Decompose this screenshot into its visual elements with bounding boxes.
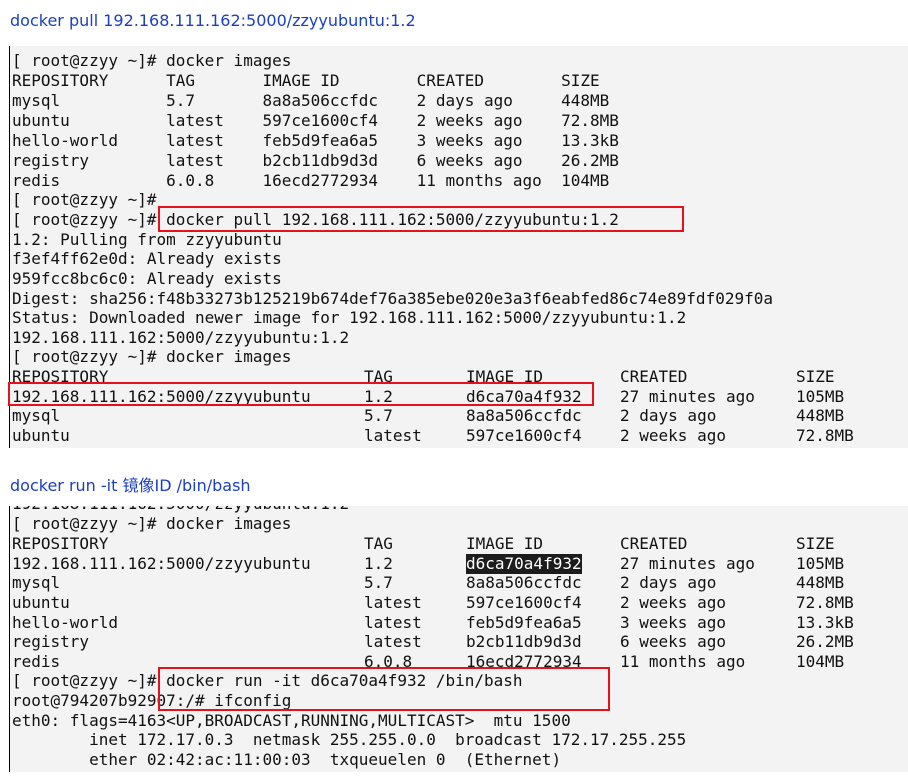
cell-created: 2 days ago bbox=[620, 406, 717, 425]
terminal-line: [ root@zzyy ~]# docker images bbox=[12, 51, 292, 70]
terminal-line: [ root@zzyy ~]# docker images bbox=[12, 514, 292, 533]
cell-repository: redis bbox=[12, 652, 61, 671]
cell-size: 72.8MB bbox=[796, 426, 854, 445]
terminal-line: root@794207b92907:/# ifconfig bbox=[12, 691, 292, 710]
terminal-line: ether 02:42:ac:11:00:03 txqueuelen 0 (Et… bbox=[12, 750, 562, 769]
col-image-id: IMAGE ID bbox=[466, 534, 544, 553]
cell-repository: 192.168.111.162:5000/zzyyubuntu bbox=[12, 554, 311, 573]
terminal-line: [ root@zzyy ~]# docker pull 192.168.111.… bbox=[12, 210, 619, 229]
col-size: SIZE bbox=[796, 367, 835, 386]
table-row: mysql 5.7 8a8a506ccfdc 2 days ago 448MB bbox=[12, 406, 902, 426]
cell-tag: latest bbox=[364, 426, 422, 445]
col-repository: REPOSITORY bbox=[12, 534, 109, 553]
terminal-line: Status: Downloaded newer image for 192.1… bbox=[12, 308, 687, 327]
cell-created: 11 months ago bbox=[620, 652, 746, 671]
terminal-line: 1.2: Pulling from zzyyubuntu bbox=[12, 230, 282, 249]
cell-repository: registry bbox=[12, 632, 90, 651]
terminal-left-border bbox=[9, 506, 10, 772]
table-header-row: REPOSITORY TAG IMAGE ID CREATED SIZE bbox=[12, 534, 902, 554]
cell-image-id: d6ca70a4f932 bbox=[466, 387, 582, 406]
table-row: hello-world latest feb5d9fea6a5 3 weeks … bbox=[12, 613, 902, 633]
terminal-screenshot-pull: [ root@zzyy ~]# docker images REPOSITORY… bbox=[0, 46, 908, 448]
cell-created: 2 weeks ago bbox=[620, 593, 726, 612]
cell-repository: mysql bbox=[12, 406, 61, 425]
table-row: mysql 5.7 8a8a506ccfdc 2 days ago 448MB bbox=[12, 573, 902, 593]
cell-tag: 6.0.8 bbox=[364, 652, 413, 671]
cell-tag: latest bbox=[364, 632, 422, 651]
cell-image-id: 8a8a506ccfdc bbox=[466, 406, 582, 425]
table-row: redis 6.0.8 16ecd2772934 11 months ago 1… bbox=[12, 652, 902, 672]
terminal-line: [ root@zzyy ~]# docker images bbox=[12, 347, 292, 366]
table-row: 192.168.111.162:5000/zzyyubuntu 1.2 d6ca… bbox=[12, 554, 902, 574]
terminal-line: Digest: sha256:f48b33273b125219b674def76… bbox=[12, 289, 773, 308]
terminal-line: inet 172.17.0.3 netmask 255.255.0.0 broa… bbox=[12, 730, 687, 749]
cell-tag: 5.7 bbox=[364, 573, 393, 592]
terminal-line: 959fcc8bc6c0: Already exists bbox=[12, 269, 282, 288]
cell-created: 27 minutes ago bbox=[620, 554, 755, 573]
cell-size: 26.2MB bbox=[796, 632, 854, 651]
cell-image-id: feb5d9fea6a5 bbox=[466, 613, 582, 632]
cell-tag: 1.2 bbox=[364, 554, 393, 573]
cell-tag: 5.7 bbox=[364, 406, 393, 425]
cell-repository: mysql bbox=[12, 573, 61, 592]
terminal-line: ubuntu latest 597ce1600cf4 2 weeks ago 7… bbox=[12, 111, 619, 130]
terminal-line: redis 6.0.8 16ecd2772934 11 months ago 1… bbox=[12, 171, 610, 190]
caption-run-command: docker run -it 镜像ID /bin/bash bbox=[10, 476, 251, 495]
cell-size: 105MB bbox=[796, 387, 845, 406]
col-repository: REPOSITORY bbox=[12, 367, 109, 386]
cell-size: 13.3kB bbox=[796, 613, 854, 632]
table-row: 192.168.111.162:5000/zzyyubuntu 1.2 d6ca… bbox=[12, 387, 902, 407]
terminal-line-clipped: 192.168.111.162:5000/zzyyubuntu:1.2 bbox=[12, 506, 349, 514]
cell-created: 2 days ago bbox=[620, 573, 717, 592]
cell-image-id: 8a8a506ccfdc bbox=[466, 573, 582, 592]
col-size: SIZE bbox=[796, 534, 835, 553]
table-header-row: REPOSITORY TAG IMAGE ID CREATED SIZE bbox=[12, 367, 902, 387]
terminal-screenshot-run: 192.168.111.162:5000/zzyyubuntu:1.2 [ ro… bbox=[0, 506, 908, 772]
caption-pull-command: docker pull 192.168.111.162:5000/zzyyubu… bbox=[10, 11, 416, 30]
terminal-line: hello-world latest feb5d9fea6a5 3 weeks … bbox=[12, 131, 619, 150]
terminal-line: 192.168.111.162:5000/zzyyubuntu:1.2 bbox=[12, 328, 350, 347]
cell-created: 2 weeks ago bbox=[620, 426, 726, 445]
cell-size: 72.8MB bbox=[796, 593, 854, 612]
cell-size: 105MB bbox=[796, 554, 845, 573]
col-created: CREATED bbox=[620, 534, 688, 553]
cell-created: 27 minutes ago bbox=[620, 387, 755, 406]
cell-tag: latest bbox=[364, 593, 422, 612]
col-tag: TAG bbox=[364, 534, 393, 553]
cell-created: 6 weeks ago bbox=[620, 632, 726, 651]
cell-image-id: 16ecd2772934 bbox=[466, 652, 582, 671]
terminal-line: [ root@zzyy ~]# bbox=[12, 190, 157, 209]
table-row: ubuntu latest 597ce1600cf4 2 weeks ago 7… bbox=[12, 426, 902, 446]
cell-repository: ubuntu bbox=[12, 426, 70, 445]
cell-size: 104MB bbox=[796, 652, 845, 671]
cell-size: 448MB bbox=[796, 573, 845, 592]
terminal-left-border bbox=[9, 46, 10, 448]
table-row: ubuntu latest 597ce1600cf4 2 weeks ago 7… bbox=[12, 593, 902, 613]
cell-image-id-selected[interactable]: d6ca70a4f932 bbox=[466, 554, 582, 574]
cell-size: 448MB bbox=[796, 406, 845, 425]
cell-repository: ubuntu bbox=[12, 593, 70, 612]
col-created: CREATED bbox=[620, 367, 688, 386]
cell-created: 3 weeks ago bbox=[620, 613, 726, 632]
terminal-line: f3ef4ff62e0d: Already exists bbox=[12, 249, 282, 268]
col-tag: TAG bbox=[364, 367, 393, 386]
terminal-line: mysql 5.7 8a8a506ccfdc 2 days ago 448MB bbox=[12, 91, 610, 110]
cell-image-id: 597ce1600cf4 bbox=[466, 426, 582, 445]
terminal-line: REPOSITORY TAG IMAGE ID CREATED SIZE bbox=[12, 71, 600, 90]
terminal-line: registry latest b2cb11db9d3d 6 weeks ago… bbox=[12, 151, 619, 170]
terminal-line: eth0: flags=4163<UP,BROADCAST,RUNNING,MU… bbox=[12, 711, 571, 730]
terminal-line: [ root@zzyy ~]# docker run -it d6ca70a4f… bbox=[12, 671, 523, 690]
cell-repository: hello-world bbox=[12, 613, 118, 632]
cell-image-id: b2cb11db9d3d bbox=[466, 632, 582, 651]
cell-image-id: 597ce1600cf4 bbox=[466, 593, 582, 612]
cell-repository: 192.168.111.162:5000/zzyyubuntu bbox=[12, 387, 311, 406]
table-row: registry latest b2cb11db9d3d 6 weeks ago… bbox=[12, 632, 902, 652]
col-image-id: IMAGE ID bbox=[466, 367, 544, 386]
cell-tag: latest bbox=[364, 613, 422, 632]
cell-tag: 1.2 bbox=[364, 387, 393, 406]
